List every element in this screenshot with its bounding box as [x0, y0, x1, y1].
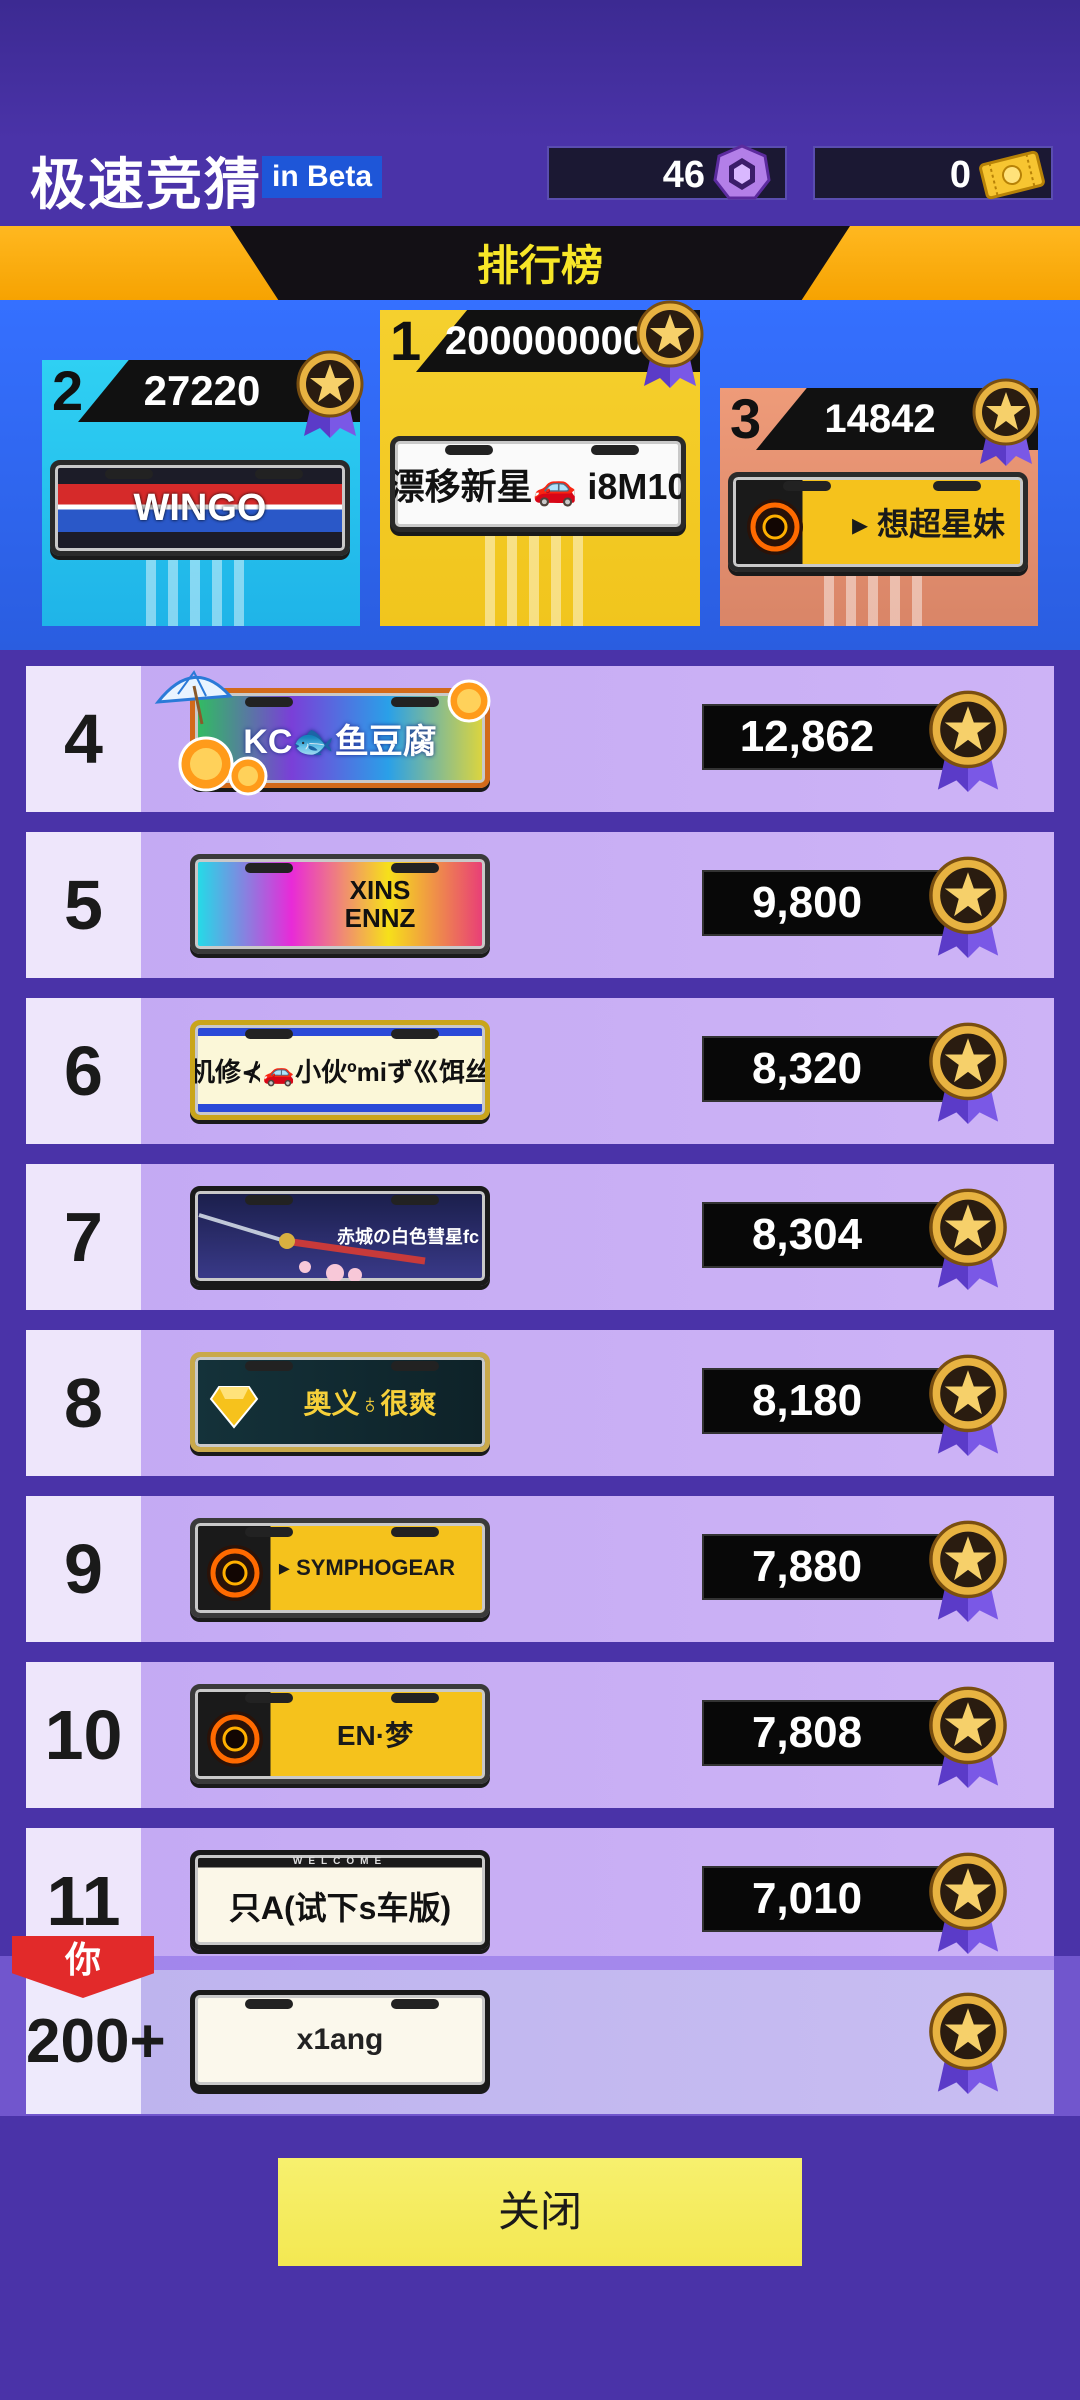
podium-score: 200000000	[444, 319, 646, 363]
row-score: 8,320	[751, 1044, 863, 1093]
plate-header-text: WELCOME	[292, 1856, 388, 1867]
leaderboard-row[interactable]: 5 XINS ENNZ 9,800	[26, 832, 1054, 978]
leaderboard-screen: 极速竞猜 in Beta 46 0 排行榜 2 27220 WINGO 1 20…	[0, 0, 1080, 2400]
rank-number: 6	[26, 998, 141, 1144]
rank-number: 2	[52, 360, 84, 422]
rank-number: 9	[26, 1496, 141, 1642]
rank-number: 3	[730, 388, 762, 450]
self-row-body: 200+ x1ang 32	[26, 1970, 1054, 2114]
rank-number: 8	[26, 1330, 141, 1476]
star-medal-icon	[929, 1686, 1007, 1788]
row-score: 7,808	[751, 1708, 863, 1757]
row-score: 9,800	[751, 878, 863, 927]
star-medal-icon	[636, 300, 704, 388]
plate-akagi: 赤城の白色彗星fc	[190, 1186, 490, 1286]
star-medal-icon	[929, 1992, 1007, 2094]
leaderboard-row[interactable]: 6 机修⊀🚗小伙ºmiず巛饵丝 8,320	[26, 998, 1054, 1144]
plate-zhi-a: WELCOME 只A(试下s车版)	[190, 1850, 490, 1950]
podium-score: 27220	[143, 367, 261, 414]
leaderboard-row[interactable]: 7 赤城の白色彗星fc 8,304	[26, 1164, 1054, 1310]
turbo-icon	[747, 499, 803, 555]
star-medal-icon	[972, 378, 1040, 466]
plate-wingo: WINGO	[50, 460, 350, 556]
close-button[interactable]: 关闭	[278, 2158, 802, 2266]
row-score: 7,880	[751, 1542, 863, 1591]
app-title: 极速竞猜	[30, 153, 262, 216]
plate-xins-ennz: XINS ENNZ	[190, 854, 490, 954]
rank-number: 5	[26, 832, 141, 978]
leaderboard-row[interactable]: 10 EN·梦 7,808	[26, 1662, 1054, 1808]
row-score: 12,862	[739, 712, 875, 761]
row-score: 8,180	[751, 1376, 863, 1425]
plate-jixiu: 机修⊀🚗小伙ºmiず巛饵丝	[190, 1020, 490, 1120]
leaderboard-row[interactable]: 4 KC🐟鱼豆腐 12,862	[26, 666, 1054, 812]
diamond-icon	[209, 1386, 259, 1429]
star-medal-icon	[929, 1354, 1007, 1456]
leaderboard-row[interactable]: 8 奥义♁很爽 8,180	[26, 1330, 1054, 1476]
plate-en-meng: EN·梦	[190, 1684, 490, 1784]
star-medal-icon	[929, 1188, 1007, 1290]
orange-slice-icon	[447, 679, 491, 723]
star-medal-icon	[929, 690, 1007, 792]
leaderboard-row[interactable]: 9 ▸ SYMPHOGEAR 7,880	[26, 1496, 1054, 1642]
gem-icon	[713, 144, 771, 200]
ticket-icon	[979, 150, 1045, 200]
star-medal-icon	[929, 1520, 1007, 1622]
row-score: 8,304	[751, 1210, 863, 1259]
plate-aoyi: 奥义♁很爽	[190, 1352, 490, 1452]
star-medal-icon	[929, 1852, 1007, 1954]
card-stripes	[485, 536, 595, 626]
turbo-icon	[207, 1711, 263, 1767]
self-row[interactable]: 200+ x1ang 32	[0, 1956, 1080, 2116]
rank-number: 10	[26, 1662, 141, 1808]
plate-symphogear: ▸ SYMPHOGEAR	[190, 1518, 490, 1618]
ticket-count: 0	[949, 154, 971, 196]
star-medal-icon	[296, 350, 364, 438]
podium-score: 14842	[824, 397, 936, 441]
ticket-currency[interactable]: 0	[813, 146, 1053, 200]
rank-number: 1	[390, 310, 422, 372]
plate-drift-star: 漂移新星🚗 i8M10	[390, 436, 686, 532]
umbrella-icon	[154, 670, 234, 725]
banner-title: 排行榜	[476, 242, 603, 289]
turbo-icon	[207, 1545, 263, 1601]
rank-number: 7	[26, 1164, 141, 1310]
beta-badge: in Beta	[262, 156, 383, 198]
self-score: 32	[26, 1970, 1054, 1988]
leaderboard-row[interactable]: 11 WELCOME 只A(试下s车版) 7,010	[26, 1828, 1054, 1974]
star-medal-icon	[929, 856, 1007, 958]
star-medal-icon	[929, 1022, 1007, 1124]
rank-number: 4	[26, 666, 141, 812]
plate-self: x1ang	[190, 1990, 490, 2090]
row-score: 7,010	[751, 1874, 863, 1923]
gem-currency[interactable]: 46	[547, 144, 787, 200]
plate-turbo-star: ▸ 想超星妹	[728, 472, 1028, 572]
gem-count: 46	[662, 154, 705, 196]
